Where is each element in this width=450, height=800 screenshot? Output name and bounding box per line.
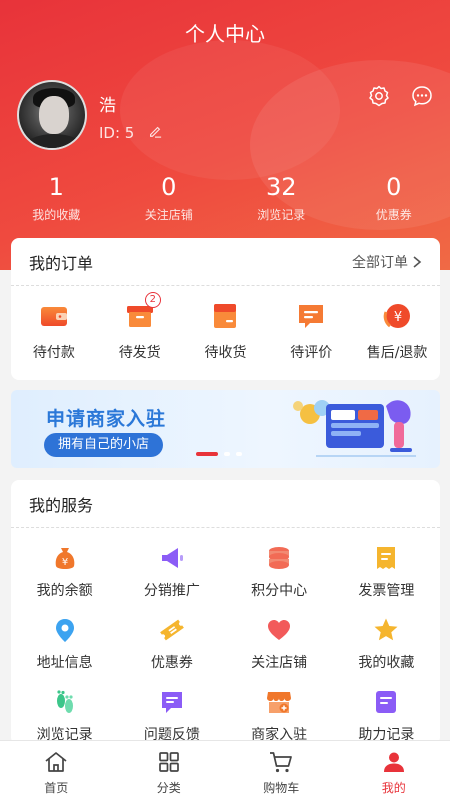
- tab-label: 分类: [156, 781, 181, 795]
- tab-label: 首页: [44, 781, 69, 795]
- service-points[interactable]: 积分中心: [226, 544, 333, 616]
- service-label: 关注店铺: [251, 655, 308, 671]
- feedback-icon: [161, 692, 182, 713]
- profile-header: 个人中心 浩 ID: 5 1 我的收藏 0 关注店铺 32 浏览记录 0 优惠券: [0, 0, 450, 270]
- order-label: 待评价: [290, 345, 333, 361]
- service-label: 地址信息: [36, 655, 93, 671]
- stats-row: 1 我的收藏 0 关注店铺 32 浏览记录 0 优惠券: [0, 172, 450, 223]
- carousel-dot[interactable]: [224, 452, 230, 456]
- stat-value: 0: [161, 173, 177, 201]
- stat-label: 关注店铺: [144, 208, 193, 222]
- banner-button[interactable]: 拥有自己的小店: [44, 433, 164, 457]
- all-orders-label: 全部订单: [352, 254, 408, 271]
- service-address[interactable]: 地址信息: [11, 616, 118, 688]
- page-title: 个人中心: [185, 22, 265, 46]
- order-label: 待付款: [32, 345, 75, 361]
- tab-label: 购物车: [263, 781, 300, 795]
- tab-home[interactable]: 首页: [0, 741, 113, 800]
- stat-label: 我的收藏: [32, 208, 81, 222]
- username: 浩: [99, 96, 116, 116]
- tab-label: 我的: [381, 781, 406, 795]
- service-followed-shops[interactable]: 关注店铺: [226, 616, 333, 688]
- avatar[interactable]: [17, 80, 87, 150]
- carousel-indicator: [196, 452, 248, 456]
- service-label: 积分中心: [251, 583, 308, 599]
- services-card: 我的服务 ¥ 我的余额 分销推广 积分中心 发票管理 地址信息 优惠券 关注店铺…: [11, 480, 440, 745]
- stat-label: 浏览记录: [257, 208, 306, 222]
- megaphone-icon: [161, 548, 183, 568]
- chevron-right-icon: [413, 255, 422, 268]
- shop-icon: [267, 692, 292, 713]
- coin-stack-icon: [269, 547, 290, 569]
- star-icon: [374, 618, 398, 641]
- wallet-icon: [40, 307, 67, 326]
- order-label: 售后/退款: [366, 345, 428, 361]
- user-id: ID: 5: [99, 124, 135, 142]
- location-pin-icon: [55, 619, 74, 642]
- service-label: 分销推广: [143, 583, 200, 599]
- service-label: 我的收藏: [358, 655, 415, 671]
- stat-history[interactable]: 32 浏览记录: [225, 172, 338, 223]
- service-label: 发票管理: [358, 583, 415, 599]
- stat-label: 优惠券: [375, 208, 412, 222]
- storefront-illustration: [293, 400, 416, 457]
- order-badge: 2: [144, 292, 161, 308]
- order-label: 待收货: [204, 345, 247, 361]
- bottom-tab-bar: 首页 分类 购物车 我的: [0, 740, 450, 800]
- svg-text:¥: ¥: [61, 557, 67, 568]
- message-icon[interactable]: [410, 84, 434, 108]
- service-favorites[interactable]: 我的收藏: [333, 616, 440, 688]
- service-coupons[interactable]: 优惠券: [118, 616, 225, 688]
- gear-icon[interactable]: [367, 84, 391, 108]
- record-icon: [376, 691, 397, 713]
- coupon-icon: [159, 619, 184, 641]
- service-distribution[interactable]: 分销推广: [118, 544, 225, 616]
- refund-icon: ¥: [383, 304, 411, 328]
- header-decoration: [120, 40, 340, 180]
- order-label: 待发货: [118, 345, 161, 361]
- banner-title: 申请商家入驻: [46, 408, 167, 430]
- services-header: 我的服务: [11, 480, 440, 528]
- svg-text:¥: ¥: [394, 310, 402, 325]
- order-pending-receipt[interactable]: 待收货: [183, 300, 269, 362]
- stat-favorites[interactable]: 1 我的收藏: [0, 172, 113, 223]
- orders-card: 我的订单 全部订单 待付款 2 待发货 待收货 待评价 ¥ 售后/退款: [11, 238, 440, 380]
- tab-mine[interactable]: 我的: [338, 741, 450, 800]
- stat-value: 1: [48, 173, 64, 201]
- tab-category[interactable]: 分类: [113, 741, 226, 800]
- order-pending-shipment[interactable]: 2 待发货: [97, 292, 183, 362]
- tab-cart[interactable]: 购物车: [225, 741, 338, 800]
- all-orders-link[interactable]: 全部订单: [352, 252, 422, 272]
- money-bag-icon: ¥: [55, 548, 74, 569]
- service-balance[interactable]: ¥ 我的余额: [11, 544, 118, 616]
- order-pending-payment[interactable]: 待付款: [11, 300, 97, 362]
- orders-header: 我的订单 全部订单: [11, 238, 440, 286]
- order-refund[interactable]: ¥ 售后/退款: [354, 300, 440, 362]
- carousel-dot[interactable]: [236, 452, 242, 456]
- service-label: 我的余额: [36, 583, 93, 599]
- services-grid: ¥ 我的余额 分销推广 积分中心 发票管理 地址信息 优惠券 关注店铺 我的收藏…: [11, 528, 440, 760]
- stat-value: 0: [386, 173, 402, 201]
- box-icon: [214, 304, 237, 328]
- stat-coupons[interactable]: 0 优惠券: [338, 172, 450, 223]
- stat-value: 32: [265, 173, 297, 201]
- user-icon: [383, 752, 404, 772]
- category-icon: [158, 752, 179, 772]
- order-status-row: 待付款 2 待发货 待收货 待评价 ¥ 售后/退款: [11, 286, 440, 362]
- footprint-icon: [56, 690, 73, 713]
- stat-followed-shops[interactable]: 0 关注店铺: [113, 172, 226, 223]
- service-invoice[interactable]: 发票管理: [333, 544, 440, 616]
- service-label: 优惠券: [150, 655, 193, 671]
- heart-icon: [268, 620, 291, 640]
- home-icon: [45, 752, 67, 772]
- orders-title: 我的订单: [29, 253, 94, 273]
- services-title: 我的服务: [29, 495, 94, 515]
- invoice-icon: [377, 547, 396, 569]
- cart-icon: [270, 752, 293, 773]
- comment-icon: [299, 305, 324, 328]
- merchant-banner[interactable]: 申请商家入驻 拥有自己的小店: [11, 390, 440, 468]
- carousel-dot[interactable]: [196, 452, 218, 456]
- order-pending-review[interactable]: 待评价: [268, 300, 354, 362]
- edit-icon[interactable]: [148, 124, 162, 138]
